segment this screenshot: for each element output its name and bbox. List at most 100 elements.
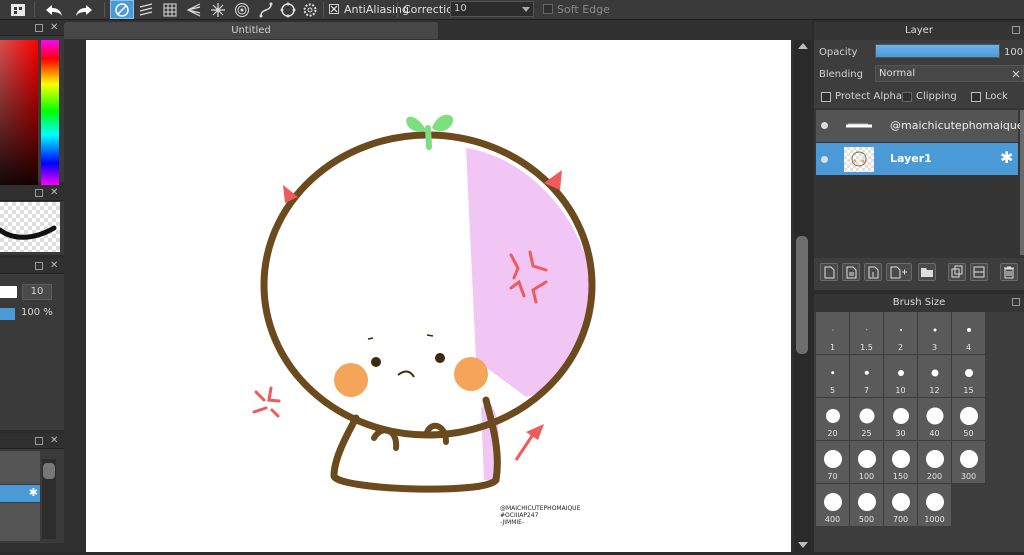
brush-size-bar[interactable] [0, 286, 17, 298]
brush-size-cell[interactable]: 500 [850, 484, 883, 526]
layer-opacity-slider[interactable] [875, 44, 1000, 58]
layer-row[interactable]: @maichicutephomaique [816, 110, 1024, 142]
layer-name: @maichicutephomaique [890, 119, 1024, 132]
layer-thumbnail [844, 119, 874, 133]
brush-size-cell[interactable]: 15 [952, 355, 985, 397]
popout-icon[interactable] [35, 437, 43, 445]
brush-size-cell[interactable]: 20 [816, 398, 849, 440]
canvas-scroll-thumb[interactable] [796, 236, 808, 354]
brush-size-label: 400 [824, 515, 841, 524]
redo-icon[interactable] [72, 0, 96, 19]
trash-icon[interactable] [1000, 263, 1018, 281]
new-1bit-layer-icon[interactable] [864, 263, 882, 281]
brush-size-cell[interactable]: 4 [952, 312, 985, 354]
brush-size-cell[interactable]: 5 [816, 355, 849, 397]
brush-size-cell[interactable]: 1 [816, 312, 849, 354]
color-sv-square[interactable] [0, 40, 38, 198]
clipping-checkbox[interactable] [902, 92, 912, 102]
layer-settings-gear-icon[interactable]: ✱ [1000, 148, 1013, 167]
snap-off-icon[interactable] [110, 0, 134, 19]
close-icon[interactable]: ✕ [50, 436, 58, 446]
correction-select[interactable]: 10 [450, 1, 534, 17]
brush-size-cell[interactable]: 400 [816, 484, 849, 526]
opacity-bar[interactable] [0, 308, 15, 320]
drawing-canvas[interactable]: @MAICHICUTEPHOMAIQUE #OCIIIAP247 -JIMMIE… [86, 40, 791, 552]
brush-size-cell[interactable]: 100 [850, 441, 883, 483]
brush-size-cell[interactable]: 1000 [918, 484, 951, 526]
duplicate-layer-icon[interactable] [948, 263, 966, 281]
hue-slider[interactable] [41, 40, 59, 198]
parallel-snap-icon[interactable] [134, 0, 158, 19]
document-tab[interactable]: Untitled [64, 22, 438, 39]
visibility-icon[interactable] [821, 122, 828, 129]
mini-layer-row[interactable] [0, 503, 40, 541]
layer-row-selected[interactable]: Layer1 ✱ [816, 143, 1018, 175]
blending-select[interactable]: Normal [875, 65, 1024, 82]
brush-size-cell[interactable]: 25 [850, 398, 883, 440]
gear-icon[interactable]: ✱ [29, 486, 38, 499]
popout-icon[interactable] [1012, 298, 1020, 306]
brush-size-dot [925, 492, 944, 511]
mini-layer-header: ✕ [0, 433, 64, 449]
mini-layer-row[interactable] [0, 451, 40, 484]
brush-size-cell[interactable]: 700 [884, 484, 917, 526]
popout-icon[interactable] [35, 189, 43, 197]
brush-size-cell[interactable]: 7 [850, 355, 883, 397]
chevron-down-icon [522, 7, 530, 12]
new-halftone-layer-icon[interactable] [842, 263, 860, 281]
close-icon [1012, 70, 1020, 78]
undo-icon[interactable] [42, 0, 66, 19]
brush-size-cell[interactable]: 10 [884, 355, 917, 397]
chibi-artwork [252, 114, 596, 493]
brush-size-dot [823, 449, 842, 468]
close-icon[interactable]: ✕ [50, 23, 58, 33]
visibility-icon[interactable] [821, 156, 828, 163]
brush-size-label: 1 [829, 343, 836, 352]
brush-size-label: 2 [897, 343, 904, 352]
radial-snap-icon[interactable] [206, 0, 230, 19]
brush-size-cell[interactable]: 40 [918, 398, 951, 440]
brush-size-cell[interactable]: 70 [816, 441, 849, 483]
close-icon[interactable]: ✕ [50, 261, 58, 271]
vanishing-point-icon[interactable] [182, 0, 206, 19]
brush-size-cell[interactable]: 30 [884, 398, 917, 440]
merge-layer-icon[interactable] [970, 263, 988, 281]
brush-size-cell[interactable]: 200 [918, 441, 951, 483]
layer-list-scrollbar[interactable] [1020, 110, 1024, 255]
layer-opacity-fill [876, 45, 999, 57]
layer-panel: Layer Opacity 100 Blending Normal Protec… [814, 22, 1024, 290]
brush-size-cell[interactable]: 300 [952, 441, 985, 483]
brush-size-label: 40 [929, 429, 940, 438]
brush-size-dot [891, 449, 910, 468]
popout-icon[interactable] [35, 24, 43, 32]
mini-scrollbar[interactable] [42, 459, 56, 539]
folder-icon[interactable] [918, 263, 936, 281]
brush-size-label: 30 [895, 429, 906, 438]
brush-size-label: 3 [931, 343, 938, 352]
new-layer-icon[interactable] [820, 263, 838, 281]
snap-settings-gear-icon[interactable] [298, 0, 322, 19]
ellipse-snap-icon[interactable] [276, 0, 300, 19]
popout-icon[interactable] [1012, 26, 1020, 34]
brush-size-cell[interactable]: 2 [884, 312, 917, 354]
grid-snap-icon[interactable] [158, 0, 182, 19]
blending-value: Normal [879, 68, 916, 79]
lock-checkbox[interactable] [971, 92, 981, 102]
curve-snap-icon[interactable] [254, 0, 278, 19]
brush-size-input[interactable]: 10 [22, 284, 52, 300]
brush-size-cell[interactable]: 150 [884, 441, 917, 483]
brush-size-cell[interactable]: 50 [952, 398, 985, 440]
protect-alpha-checkbox[interactable] [821, 92, 831, 102]
soft-edge-label: Soft Edge [557, 3, 610, 16]
soft-edge-checkbox[interactable] [543, 4, 553, 14]
mini-layer-row-selected[interactable]: ✱ [0, 485, 40, 502]
antialiasing-checkbox[interactable] [329, 4, 339, 14]
close-icon[interactable]: ✕ [50, 188, 58, 198]
circle-snap-icon[interactable] [230, 0, 254, 19]
add-layer-menu-icon[interactable] [886, 263, 912, 281]
brush-size-cell[interactable]: 1.5 [850, 312, 883, 354]
brush-size-cell[interactable]: 3 [918, 312, 951, 354]
brush-size-cell[interactable]: 12 [918, 355, 951, 397]
popout-icon[interactable] [35, 262, 43, 270]
grid-menu-icon[interactable] [6, 0, 30, 19]
